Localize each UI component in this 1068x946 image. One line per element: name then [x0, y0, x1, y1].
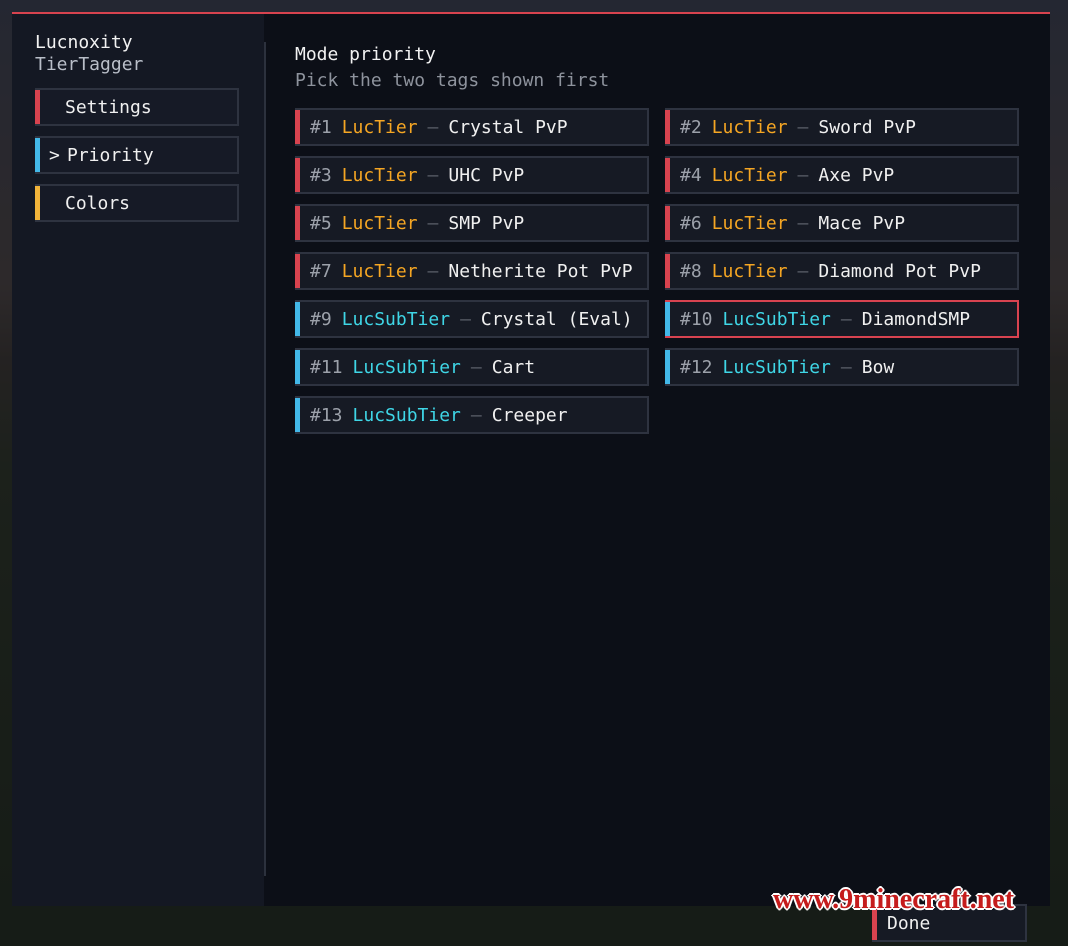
tag-mode: Crystal (Eval) [480, 308, 633, 330]
tag-separator: – [470, 356, 482, 378]
tag-source: LucSubTier [722, 308, 831, 330]
tag-rank: #5 [310, 212, 332, 234]
tag-source: LucTier [341, 164, 418, 186]
tag-source: LucSubTier [352, 356, 461, 378]
tag-rank: #12 [680, 356, 713, 378]
priority-tag[interactable]: #4 LucTier – Axe PvP [665, 156, 1019, 194]
tag-mode: Axe PvP [818, 164, 895, 186]
tag-rank: #7 [310, 260, 332, 282]
tag-source: LucTier [711, 116, 788, 138]
priority-tag[interactable]: #7 LucTier – Netherite Pot PvP [295, 252, 649, 290]
tag-mode: SMP PvP [448, 212, 525, 234]
tag-separator: – [840, 308, 852, 330]
tag-separator: – [427, 164, 439, 186]
priority-tag[interactable]: #9 LucSubTier – Crystal (Eval) [295, 300, 649, 338]
priority-tag[interactable]: #13 LucSubTier – Creeper [295, 396, 649, 434]
accent-bar [295, 110, 300, 144]
tag-separator: – [797, 212, 809, 234]
sidebar: Lucnoxity TierTagger Settings > Priority… [12, 14, 264, 906]
tag-separator: – [840, 356, 852, 378]
sidebar-item-settings[interactable]: Settings [35, 88, 239, 126]
accent-bar [665, 302, 670, 336]
brand-name: Lucnoxity [35, 32, 133, 53]
tag-source: LucTier [341, 260, 418, 282]
priority-tag[interactable]: #3 LucTier – UHC PvP [295, 156, 649, 194]
tag-source: LucSubTier [341, 308, 451, 330]
tag-source: LucTier [711, 260, 788, 282]
accent-bar [665, 110, 670, 144]
accent-bar [35, 186, 40, 220]
accent-bar [35, 90, 40, 124]
priority-tag[interactable]: #5 LucTier – SMP PvP [295, 204, 649, 242]
accent-bar [665, 158, 670, 192]
tag-source: LucTier [341, 116, 418, 138]
accent-bar [295, 302, 300, 336]
sidebar-item-label: Settings [65, 96, 152, 118]
tag-rank: #11 [310, 356, 343, 378]
tag-mode: Creeper [491, 404, 568, 426]
priority-tag[interactable]: #2 LucTier – Sword PvP [665, 108, 1019, 146]
accent-bar [665, 350, 670, 384]
chevron-right-icon: > [49, 145, 60, 166]
tag-mode: Netherite Pot PvP [448, 260, 633, 282]
accent-bar [665, 254, 670, 288]
tag-source: LucSubTier [722, 356, 831, 378]
sidebar-item-label: Colors [65, 192, 131, 214]
priority-tag[interactable]: #10 LucSubTier – DiamondSMP [665, 300, 1019, 338]
tag-separator: – [427, 260, 439, 282]
accent-bar [35, 138, 40, 172]
accent-bar [295, 398, 300, 432]
priority-tag[interactable]: #8 LucTier – Diamond Pot PvP [665, 252, 1019, 290]
tag-separator: – [797, 164, 809, 186]
priority-tag[interactable]: #12 LucSubTier – Bow [665, 348, 1019, 386]
accent-bar [295, 254, 300, 288]
tag-separator: – [797, 116, 809, 138]
accent-bar [295, 206, 300, 240]
accent-bar [295, 158, 300, 192]
tag-mode: Sword PvP [818, 116, 916, 138]
settings-panel: Lucnoxity TierTagger Settings > Priority… [12, 12, 1050, 906]
tag-separator: – [797, 260, 809, 282]
tag-source: LucTier [711, 164, 788, 186]
tag-mode: Diamond Pot PvP [818, 260, 981, 282]
priority-tag[interactable]: #11 LucSubTier – Cart [295, 348, 649, 386]
tag-rank: #3 [310, 164, 332, 186]
sidebar-divider [264, 42, 266, 876]
tag-mode: Cart [491, 356, 536, 378]
tag-mode: Bow [861, 356, 895, 378]
sidebar-item-label: Priority [67, 144, 154, 166]
tag-separator: – [460, 308, 471, 330]
brand: Lucnoxity TierTagger [35, 32, 143, 76]
tag-rank: #10 [680, 308, 713, 330]
tag-rank: #6 [680, 212, 702, 234]
sidebar-item-priority[interactable]: > Priority [35, 136, 239, 174]
accent-bar [665, 206, 670, 240]
tag-source: LucTier [341, 212, 418, 234]
tag-source: LucSubTier [352, 404, 461, 426]
tag-mode: UHC PvP [448, 164, 525, 186]
tag-mode: DiamondSMP [861, 308, 971, 330]
accent-bar [295, 350, 300, 384]
brand-subtitle: TierTagger [35, 54, 144, 75]
watermark: www.9minecraft.net [773, 884, 1015, 915]
tag-rank: #4 [680, 164, 702, 186]
tag-rank: #1 [310, 116, 332, 138]
sidebar-item-colors[interactable]: Colors [35, 184, 239, 222]
page-subtitle: Pick the two tags shown first [295, 70, 610, 91]
tag-rank: #8 [680, 260, 702, 282]
tag-separator: – [427, 116, 439, 138]
page-title: Mode priority [295, 44, 436, 65]
tag-rank: #2 [680, 116, 702, 138]
tag-separator: – [470, 404, 482, 426]
tag-source: LucTier [711, 212, 788, 234]
priority-tag[interactable]: #1 LucTier – Crystal PvP [295, 108, 649, 146]
tag-rank: #9 [310, 308, 332, 330]
tag-separator: – [427, 212, 439, 234]
tag-mode: Mace PvP [818, 212, 906, 234]
tag-mode: Crystal PvP [448, 116, 568, 138]
tag-rank: #13 [310, 404, 343, 426]
priority-tag[interactable]: #6 LucTier – Mace PvP [665, 204, 1019, 242]
